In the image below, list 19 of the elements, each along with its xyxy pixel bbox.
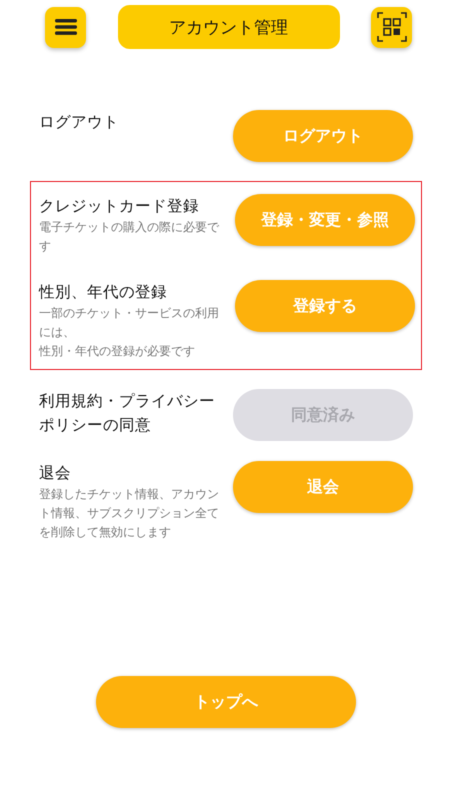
page-title: アカウント管理 (118, 5, 340, 49)
setting-title: 利用規約・プライバシーポリシーの同意 (39, 391, 216, 436)
action-button[interactable]: 退会 (233, 461, 413, 513)
menu-button[interactable] (45, 6, 86, 48)
action-button[interactable]: 登録・変更・参照 (235, 194, 415, 246)
setting-title: 性別、年代の登録 (39, 282, 168, 303)
action-button[interactable]: ログアウト (233, 110, 413, 162)
top-button[interactable]: トップへ (96, 676, 356, 728)
setting-title: 退会 (39, 463, 72, 484)
menu-icon (54, 18, 76, 36)
setting-title: クレジットカード登録 (39, 196, 200, 217)
setting-description: 一部のチケット・サービスの利用には、 (39, 305, 220, 341)
setting-description: 性別・年代の登録が必要です (39, 343, 196, 360)
setting-description: 電子チケットの購入の際に必要です (39, 219, 220, 255)
setting-title: ログアウト (39, 112, 120, 133)
setting-description: 登録したチケット情報、アカウント情報、サブスクリプション全てを削除して無効にします (39, 486, 220, 541)
action-button[interactable]: 登録する (235, 280, 415, 332)
qr-code-icon (376, 12, 406, 42)
qr-scan-button[interactable] (371, 6, 412, 48)
